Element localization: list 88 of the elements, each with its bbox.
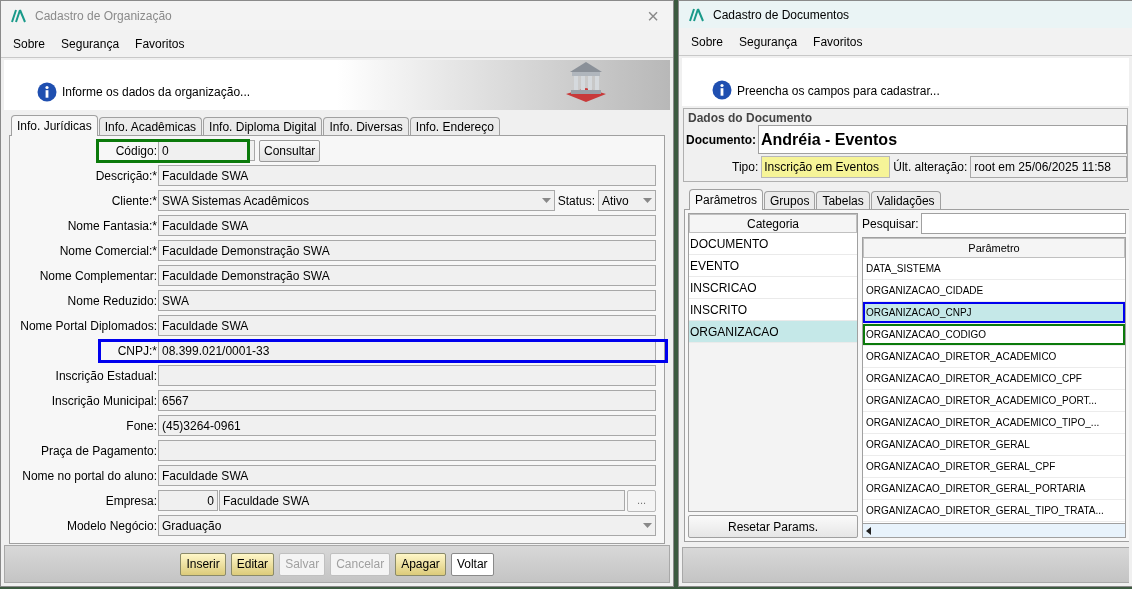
document-field[interactable]: Andréia - Eventos (758, 125, 1127, 154)
tab[interactable]: Parâmetros (689, 189, 764, 210)
client-dropdown[interactable]: SWA Sistemas Acadêmicos (158, 190, 555, 211)
text-field[interactable] (158, 365, 656, 386)
column-header: Categoria (689, 214, 857, 233)
app-logo-icon (11, 8, 27, 23)
category-item[interactable]: INSCRITO (689, 299, 857, 321)
action-button[interactable]: Editar (230, 552, 275, 576)
text-field[interactable]: Faculdade SWA (158, 215, 656, 236)
horizontal-scrollbar[interactable] (863, 523, 1125, 537)
dropdown-caret-icon (541, 198, 551, 203)
text-field[interactable]: Faculdade SWA (158, 165, 656, 186)
tab[interactable]: Info. Diploma Digital (203, 117, 323, 135)
table-row[interactable]: ORGANIZACAO_CNPJ (863, 302, 1125, 324)
status-dropdown[interactable]: Ativo (598, 190, 656, 211)
text-field[interactable]: Faculdade Demonstração SWA (158, 265, 656, 286)
text-field[interactable] (158, 440, 656, 461)
text-field[interactable]: Faculdade SWA (158, 315, 656, 336)
company-field[interactable]: Faculdade SWA (219, 490, 625, 511)
text-field[interactable]: Faculdade Demonstração SWA (158, 240, 656, 261)
tab[interactable]: Info. Diversas (323, 117, 409, 135)
menu-item[interactable]: Favoritos (813, 32, 863, 51)
field-label: Nome Complementar: (38, 267, 158, 285)
info-icon (712, 80, 732, 100)
field-label: Empresa: (104, 492, 158, 510)
tab[interactable]: Info. Acadêmicas (98, 117, 203, 135)
code-field[interactable]: 0 (158, 490, 218, 511)
text-field[interactable]: (45)3264-0961 (158, 415, 656, 436)
business-model-dropdown[interactable]: Graduação (158, 515, 656, 536)
consult-button[interactable]: Consultar (259, 139, 321, 162)
category-item[interactable]: DOCUMENTO (689, 233, 857, 255)
action-button[interactable]: Inserir (180, 552, 226, 576)
type-field[interactable]: Inscrição em Eventos (761, 156, 891, 178)
text-field[interactable]: SWA (158, 290, 656, 311)
type-label: Tipo: (732, 159, 759, 176)
category-item[interactable]: INSCRICAO (689, 277, 857, 299)
menu-item[interactable]: Favoritos (135, 34, 185, 53)
field-label: Praça de Pagamento: (39, 442, 158, 460)
field-label: Inscrição Municipal: (50, 392, 158, 410)
window-title: Cadastro de Organização (35, 7, 173, 25)
menu-item[interactable]: Segurança (739, 32, 798, 51)
field-label: Descrição:* (94, 167, 158, 185)
menu-item[interactable]: Sobre (13, 34, 46, 53)
field-label: Código: (114, 142, 158, 160)
last-change-field[interactable]: root em 25/06/2025 11:58 (970, 156, 1127, 178)
document-label: Documento: (686, 131, 756, 149)
field-label: Modelo Negócio: (65, 517, 158, 535)
info-message: Preencha os campos para cadastrar... (737, 83, 940, 100)
dropdown-caret-icon (643, 198, 652, 203)
dropdown-caret-icon (643, 523, 652, 528)
action-button[interactable]: Apagar (395, 552, 446, 576)
status-value: Ativo (602, 192, 629, 210)
info-icon (37, 82, 57, 102)
field-label: Nome Reduzido: (66, 292, 158, 310)
reset-params-button[interactable]: Resetar Params. (688, 515, 858, 538)
group-title: Dados do Documento (687, 110, 813, 125)
tab[interactable]: Validações (870, 191, 941, 209)
last-change-label: Últ. alteração: (893, 158, 968, 176)
category-item[interactable]: ORGANIZACAO (689, 321, 857, 343)
table-row[interactable]: ORGANIZACAO_CODIGO (863, 324, 1125, 346)
window-title: Cadastro de Documentos (713, 6, 850, 24)
field-label: Nome no portal do aluno: (21, 467, 158, 485)
app-logo-icon (689, 7, 705, 22)
tab[interactable]: Tabelas (816, 191, 870, 209)
column-header: Parâmetro (863, 238, 1125, 258)
text-field[interactable]: 6567 (158, 390, 656, 411)
search-label: Pesquisar: (862, 215, 919, 233)
field-label: Inscrição Estadual: (54, 367, 158, 385)
tab[interactable]: Info. Jurídicas (11, 115, 98, 136)
status-label: Status: (557, 192, 595, 210)
menu-item[interactable]: Segurança (61, 34, 120, 53)
field-label: Fone: (125, 417, 158, 435)
action-button[interactable]: Voltar (450, 552, 494, 576)
business-model-value: Graduação (162, 517, 222, 535)
field-label: Cliente:* (110, 192, 158, 210)
field-label: Nome Comercial:* (58, 242, 158, 260)
text-field[interactable]: Faculdade SWA (158, 465, 656, 486)
field-label: CNPJ:* (116, 342, 158, 360)
info-message: Informe os dados da organização... (62, 84, 251, 101)
category-item[interactable]: EVENTO (689, 255, 857, 277)
browse-button[interactable]: ... (627, 489, 656, 512)
tab[interactable]: Grupos (764, 191, 816, 209)
tab[interactable]: Info. Endereço (409, 117, 500, 135)
client-value: SWA Sistemas Acadêmicos (162, 192, 309, 210)
field-label: Nome Fantasia:* (66, 217, 158, 235)
field-label: Nome Portal Diplomados: (19, 317, 158, 335)
search-field[interactable] (920, 213, 1126, 234)
menu-item[interactable]: Sobre (691, 32, 724, 51)
